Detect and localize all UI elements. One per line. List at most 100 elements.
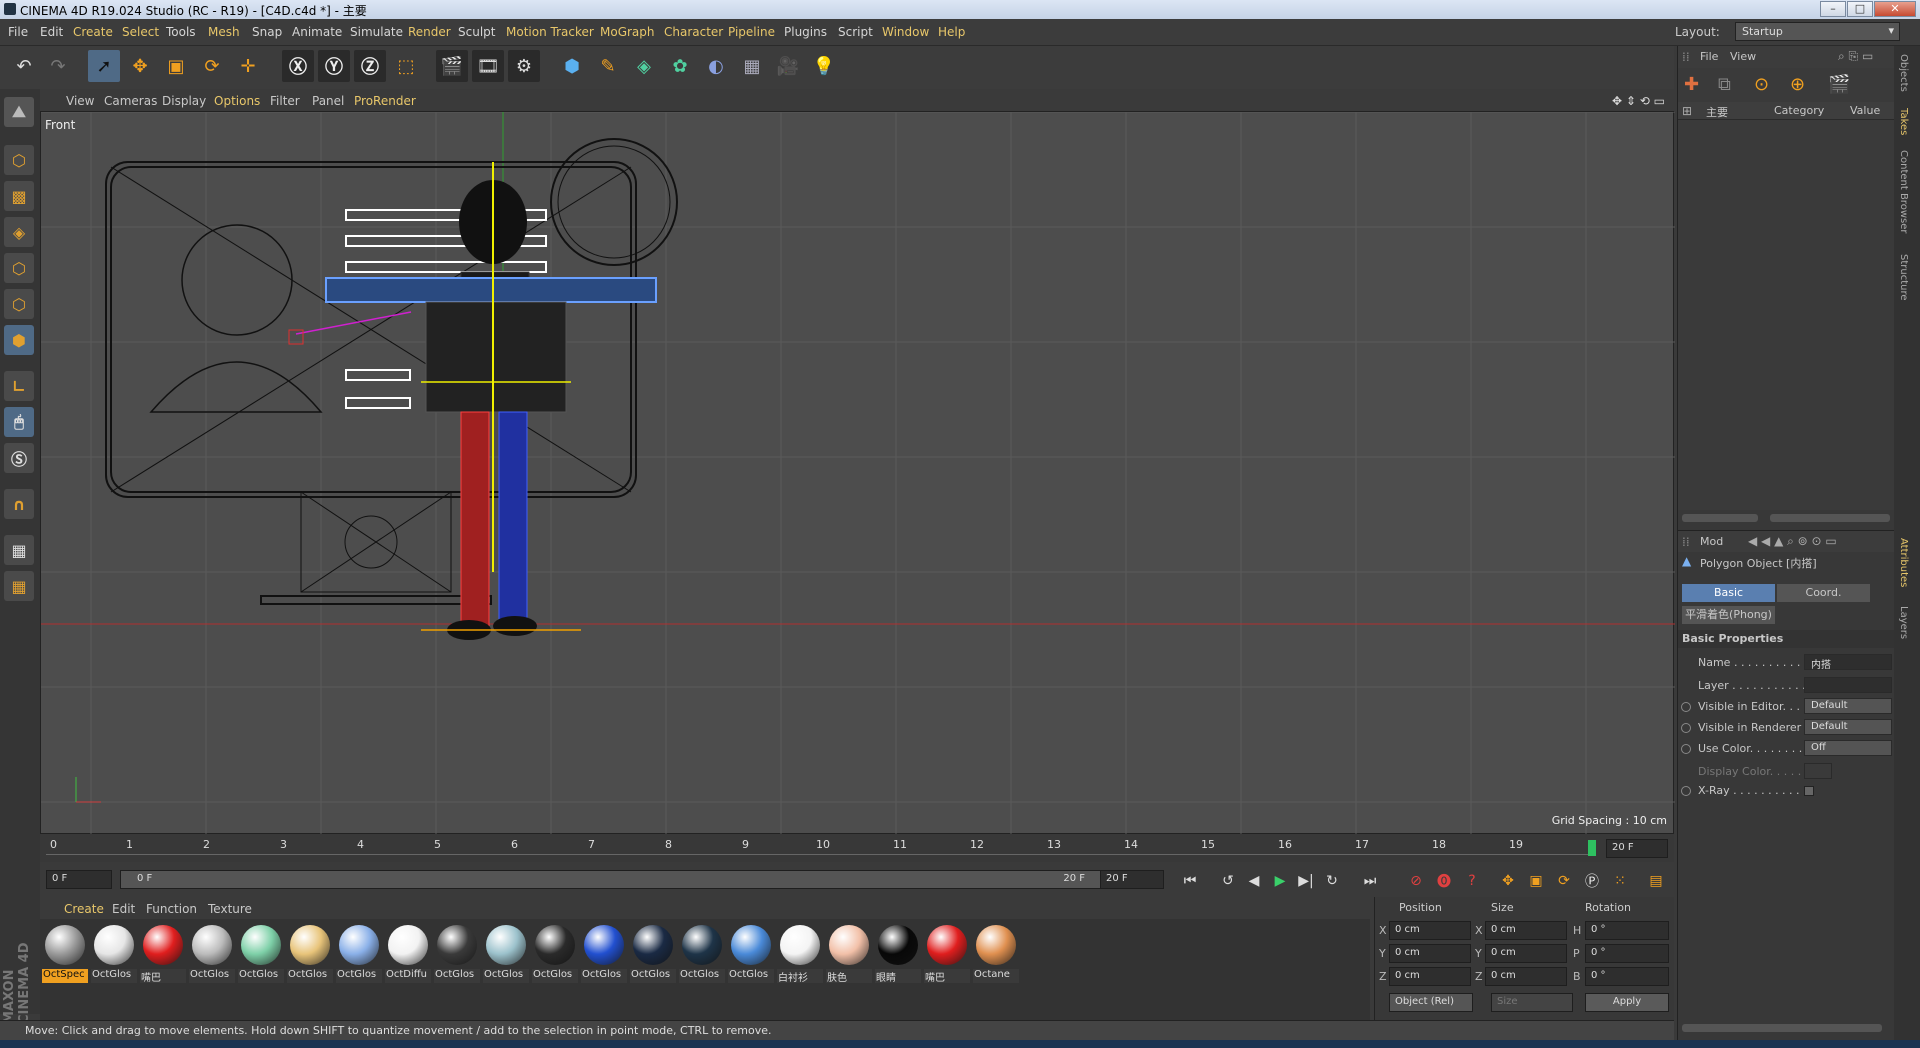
takes-list[interactable] bbox=[1678, 120, 1895, 510]
position-y-field[interactable]: 0 cm bbox=[1389, 944, 1471, 963]
next-frame-icon[interactable]: ▶| bbox=[1294, 869, 1318, 893]
snapping-icon[interactable]: ∩ bbox=[4, 489, 34, 519]
size-mode-dropdown[interactable]: Size bbox=[1491, 993, 1573, 1012]
deformer-icon[interactable]: ◐ bbox=[700, 50, 732, 82]
material-swatch[interactable]: OctGlos bbox=[728, 923, 774, 987]
polygons-mode-icon[interactable]: ⬢ bbox=[4, 325, 34, 355]
menu-character[interactable]: Character bbox=[664, 25, 723, 39]
material-swatch[interactable]: OctGlos bbox=[287, 923, 333, 987]
axis-mode-icon[interactable]: ∟ bbox=[4, 371, 34, 401]
attributes-scrollbar[interactable] bbox=[1682, 1024, 1882, 1032]
use-color-radio[interactable] bbox=[1681, 744, 1691, 754]
render-settings-icon[interactable]: ⚙ bbox=[508, 50, 540, 82]
visible-editor-radio[interactable] bbox=[1681, 702, 1691, 712]
material-swatch[interactable]: OctGlos bbox=[532, 923, 578, 987]
menu-select[interactable]: Select bbox=[122, 25, 159, 39]
mat-menu-edit[interactable]: Edit bbox=[112, 902, 135, 916]
material-swatch[interactable]: 嘴巴 bbox=[140, 923, 186, 987]
use-color-dropdown[interactable]: Off bbox=[1804, 740, 1892, 756]
material-swatch[interactable]: OctGlos bbox=[483, 923, 529, 987]
side-tab-content-browser[interactable]: Content Browser bbox=[1898, 150, 1909, 233]
menu-create[interactable]: Create bbox=[73, 25, 113, 39]
size-x-field[interactable]: 0 cm bbox=[1485, 921, 1567, 940]
rotation-b-field[interactable]: 0 ° bbox=[1585, 967, 1669, 986]
key-parameter-icon[interactable]: Ⓟ bbox=[1580, 869, 1604, 893]
previous-key-icon[interactable]: ↺ bbox=[1216, 869, 1240, 893]
range-slider[interactable]: 0 F 20 F bbox=[120, 870, 1104, 889]
points-mode-icon[interactable]: ⬡ bbox=[4, 253, 34, 283]
name-field[interactable]: 内搭 bbox=[1804, 654, 1892, 671]
z-axis-lock-icon[interactable]: Ⓩ bbox=[354, 50, 386, 82]
record-keys-icon[interactable]: ⊘ bbox=[1404, 869, 1428, 893]
material-swatch[interactable]: OctSpec bbox=[42, 923, 88, 987]
redo-icon[interactable]: ↷ bbox=[42, 50, 74, 82]
attributes-mode[interactable]: Mod bbox=[1700, 535, 1723, 548]
playhead-marker[interactable] bbox=[1588, 840, 1596, 856]
material-swatch[interactable]: OctGlos bbox=[434, 923, 480, 987]
render-view-icon[interactable]: 🎬 bbox=[436, 50, 468, 82]
layer-field[interactable] bbox=[1804, 677, 1892, 693]
solo-mode-icon[interactable]: Ⓢ bbox=[4, 443, 34, 473]
mat-menu-function[interactable]: Function bbox=[146, 902, 197, 916]
make-editable-icon[interactable]: ⛰ bbox=[4, 97, 34, 127]
menu-pipeline[interactable]: Pipeline bbox=[728, 25, 775, 39]
live-selection-icon[interactable]: ➚ bbox=[88, 50, 120, 82]
material-swatch[interactable]: OctGlos bbox=[91, 923, 137, 987]
menu-script[interactable]: Script bbox=[838, 25, 873, 39]
material-swatch[interactable]: OctGlos bbox=[581, 923, 627, 987]
material-swatch[interactable]: OctGlos bbox=[238, 923, 284, 987]
vp-menu-view[interactable]: View bbox=[66, 94, 94, 108]
menu-motion-tracker[interactable]: Motion Tracker bbox=[506, 25, 594, 39]
side-tab-objects[interactable]: Objects bbox=[1898, 54, 1909, 92]
tweak-mode-icon[interactable]: 🖱 bbox=[4, 407, 34, 437]
timeline-ruler[interactable]: 0 1 2 3 4 5 6 7 8 9 10 11 12 13 14 15 16… bbox=[40, 834, 1674, 862]
takes-toolbar-icons[interactable]: ⌕ ⎘ ▭ bbox=[1838, 49, 1873, 64]
next-key-icon[interactable]: ↻ bbox=[1320, 869, 1344, 893]
rotation-p-field[interactable]: 0 ° bbox=[1585, 944, 1669, 963]
workplane-mode-icon[interactable]: ◈ bbox=[4, 217, 34, 247]
menu-window[interactable]: Window bbox=[882, 25, 929, 39]
menu-simulate[interactable]: Simulate bbox=[350, 25, 403, 39]
take-render-icon[interactable]: 🎬 bbox=[1828, 74, 1850, 95]
viewport-front[interactable]: Front Grid Spacing : 10 cm bbox=[40, 111, 1675, 835]
takes-scrollbar-left[interactable] bbox=[1682, 514, 1758, 522]
override-icon[interactable]: ⊙ bbox=[1754, 74, 1769, 95]
material-swatch[interactable]: OctGlos bbox=[630, 923, 676, 987]
takes-scrollbar-right[interactable] bbox=[1770, 514, 1890, 522]
maximize-button[interactable]: □ bbox=[1847, 1, 1873, 17]
vp-menu-filter[interactable]: Filter bbox=[270, 94, 300, 108]
start-frame-field[interactable]: 0 F bbox=[46, 870, 112, 889]
size-y-field[interactable]: 0 cm bbox=[1485, 944, 1567, 963]
go-to-start-icon[interactable]: ⏮ bbox=[1178, 869, 1202, 893]
locked-workplane-icon[interactable]: ▦ bbox=[4, 535, 34, 565]
material-swatch[interactable]: 白衬衫 bbox=[777, 923, 823, 987]
menu-help[interactable]: Help bbox=[938, 25, 965, 39]
side-tab-attributes[interactable]: Attributes bbox=[1898, 538, 1909, 587]
model-mode-icon[interactable]: ⬡ bbox=[4, 145, 34, 175]
x-axis-lock-icon[interactable]: Ⓧ bbox=[282, 50, 314, 82]
menu-snap[interactable]: Snap bbox=[252, 25, 282, 39]
end-frame-field[interactable]: 20 F bbox=[1100, 870, 1164, 889]
cloner-icon[interactable]: ✿ bbox=[664, 50, 696, 82]
display-color-swatch[interactable] bbox=[1804, 763, 1832, 779]
side-tab-layers[interactable]: Layers bbox=[1898, 606, 1909, 639]
key-position-icon[interactable]: ✥ bbox=[1496, 869, 1520, 893]
close-button[interactable]: ✕ bbox=[1874, 1, 1916, 17]
vp-menu-options[interactable]: Options bbox=[214, 94, 260, 108]
side-tab-structure[interactable]: Structure bbox=[1898, 254, 1909, 301]
pen-spline-icon[interactable]: ✎ bbox=[592, 50, 624, 82]
key-rotation-icon[interactable]: ⟳ bbox=[1552, 869, 1576, 893]
auto-take-icon[interactable]: ⊕ bbox=[1790, 74, 1805, 95]
menu-animate[interactable]: Animate bbox=[292, 25, 342, 39]
mat-menu-create[interactable]: Create bbox=[64, 902, 104, 916]
visible-renderer-dropdown[interactable]: Default bbox=[1804, 719, 1892, 735]
planar-workplane-icon[interactable]: ▦ bbox=[4, 571, 34, 601]
tab-coord[interactable]: Coord. bbox=[1777, 584, 1870, 602]
scale-icon[interactable]: ▣ bbox=[160, 50, 192, 82]
minimize-button[interactable]: – bbox=[1820, 1, 1846, 17]
timeline-window-icon[interactable]: ▤ bbox=[1644, 869, 1668, 893]
render-picture-viewer-icon[interactable]: 🎞 bbox=[472, 50, 504, 82]
menu-edit[interactable]: Edit bbox=[40, 25, 63, 39]
xray-radio[interactable] bbox=[1681, 786, 1691, 796]
material-swatch[interactable]: OctGlos bbox=[189, 923, 235, 987]
